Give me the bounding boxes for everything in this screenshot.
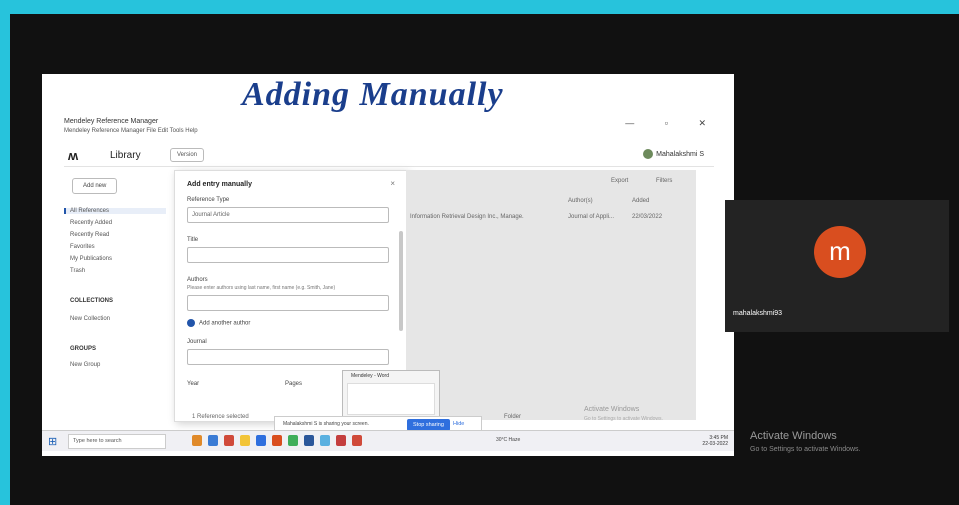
sidebar-item-recently-added[interactable]: Recently Added: [70, 220, 112, 226]
meeting-frame: Adding Manually Mendeley Reference Manag…: [10, 14, 959, 505]
preview-title: Mendeley - Word: [351, 373, 389, 379]
hide-button[interactable]: Hide: [453, 421, 464, 427]
mendeley-logo-icon: ʍ: [68, 148, 79, 163]
authors-label: Authors: [187, 277, 208, 283]
taskbar-word-icon[interactable]: [304, 435, 314, 446]
library-panel: Export Filters Author(s) Added Informati…: [406, 170, 696, 420]
participant-name: mahalakshmi93: [733, 310, 783, 317]
dialog-scrollbar[interactable]: [399, 231, 403, 331]
selection-status: 1 Reference selected: [192, 414, 249, 420]
add-new-button[interactable]: Add new: [72, 178, 118, 194]
reference-row-author: Journal of Appli...: [568, 214, 615, 220]
window-controls[interactable]: — ▫ ✕: [625, 118, 720, 129]
taskbar-app-icon[interactable]: [256, 435, 266, 446]
journal-label: Journal: [187, 339, 207, 345]
plus-icon: [187, 319, 195, 327]
reference-row-title[interactable]: Information Retrieval Design Inc., Manag…: [410, 214, 524, 220]
sidebar-item-my-publications[interactable]: My Publications: [70, 256, 112, 262]
journal-input[interactable]: [187, 349, 389, 365]
close-icon[interactable]: ×: [390, 179, 395, 188]
windows-taskbar: ⊞ Type here to search 30°C Haze 3:45 PM …: [42, 430, 734, 451]
app-toolbar: ʍ Library Version Mahalakshmi S: [64, 146, 714, 167]
version-button[interactable]: Version: [170, 148, 205, 162]
account-menu[interactable]: Mahalakshmi S: [643, 149, 704, 159]
sidebar-item-favorites[interactable]: Favorites: [70, 244, 95, 250]
year-label: Year: [187, 381, 200, 387]
add-author-label: Add another author: [199, 320, 251, 327]
filters-button[interactable]: Filters: [656, 178, 672, 184]
sidebar: Add new All References Recently Added Re…: [64, 170, 174, 440]
slide-title: Adding Manually: [242, 76, 504, 113]
window-preview[interactable]: Mendeley - Word: [342, 370, 440, 418]
column-authors[interactable]: Author(s): [568, 198, 593, 204]
new-group-link[interactable]: New Group: [70, 362, 100, 368]
taskbar-app-icon[interactable]: [352, 435, 362, 446]
sidebar-item-all-references[interactable]: All References: [64, 208, 166, 214]
folder-label: Folder: [504, 414, 522, 420]
taskbar-app-icon[interactable]: [272, 435, 282, 446]
taskbar-app-icon[interactable]: [192, 435, 202, 446]
taskbar-clock[interactable]: 3:45 PM 22-03-2022: [702, 435, 728, 447]
window-menu[interactable]: Mendeley Reference Manager File Edit Too…: [64, 128, 198, 134]
taskbar-app-icon[interactable]: [320, 435, 330, 446]
taskbar-folder-icon[interactable]: [240, 435, 250, 446]
export-button[interactable]: Export: [611, 178, 628, 184]
sidebar-item-trash[interactable]: Trash: [70, 268, 85, 274]
taskbar-app-icon[interactable]: [224, 435, 234, 446]
dialog-title: Add entry manually: [187, 181, 252, 188]
sidebar-item-recently-read[interactable]: Recently Read: [70, 232, 109, 238]
window-title: Mendeley Reference Manager: [64, 118, 159, 125]
taskbar-search-input[interactable]: Type here to search: [68, 434, 166, 449]
reference-type-label: Reference Type: [187, 197, 230, 203]
taskbar-mendeley-icon[interactable]: [336, 435, 346, 446]
title-label: Title: [187, 237, 199, 243]
taskbar-app-icon[interactable]: [208, 435, 218, 446]
activate-windows-watermark-small: Activate Windows: [584, 406, 640, 413]
library-tab[interactable]: Library: [110, 150, 141, 161]
collections-heading: COLLECTIONS: [70, 298, 113, 304]
add-author-link[interactable]: Add another author: [187, 319, 250, 327]
participant-avatar: m: [814, 226, 866, 278]
account-name: Mahalakshmi S: [656, 150, 704, 158]
activate-windows-hint: Go to Settings to activate Windows.: [750, 446, 861, 453]
shared-screen: Adding Manually Mendeley Reference Manag…: [42, 74, 734, 456]
share-message: Mahalakshmi S is sharing your screen.: [283, 421, 369, 427]
reference-type-select[interactable]: Journal Article: [187, 207, 389, 223]
reference-row-date: 22/03/2022: [632, 214, 663, 220]
weather-tray[interactable]: 30°C Haze: [496, 437, 520, 443]
activate-windows-watermark: Activate Windows: [750, 430, 837, 442]
authors-hint: Please enter authors using last name, fi…: [187, 285, 336, 291]
participant-tile[interactable]: m mahalakshmi93: [725, 200, 949, 332]
avatar-icon: [643, 149, 654, 159]
new-collection-link[interactable]: New Collection: [70, 316, 110, 322]
pages-label: Pages: [285, 381, 303, 387]
preview-image: [347, 383, 435, 415]
title-input[interactable]: [187, 247, 389, 263]
groups-heading: GROUPS: [70, 346, 97, 352]
taskbar-chrome-icon[interactable]: [288, 435, 298, 446]
windows-start-icon[interactable]: ⊞: [48, 435, 57, 448]
activate-windows-hint-small: Go to Settings to activate Windows.: [584, 416, 663, 422]
column-added[interactable]: Added: [632, 198, 649, 204]
authors-input[interactable]: [187, 295, 389, 311]
